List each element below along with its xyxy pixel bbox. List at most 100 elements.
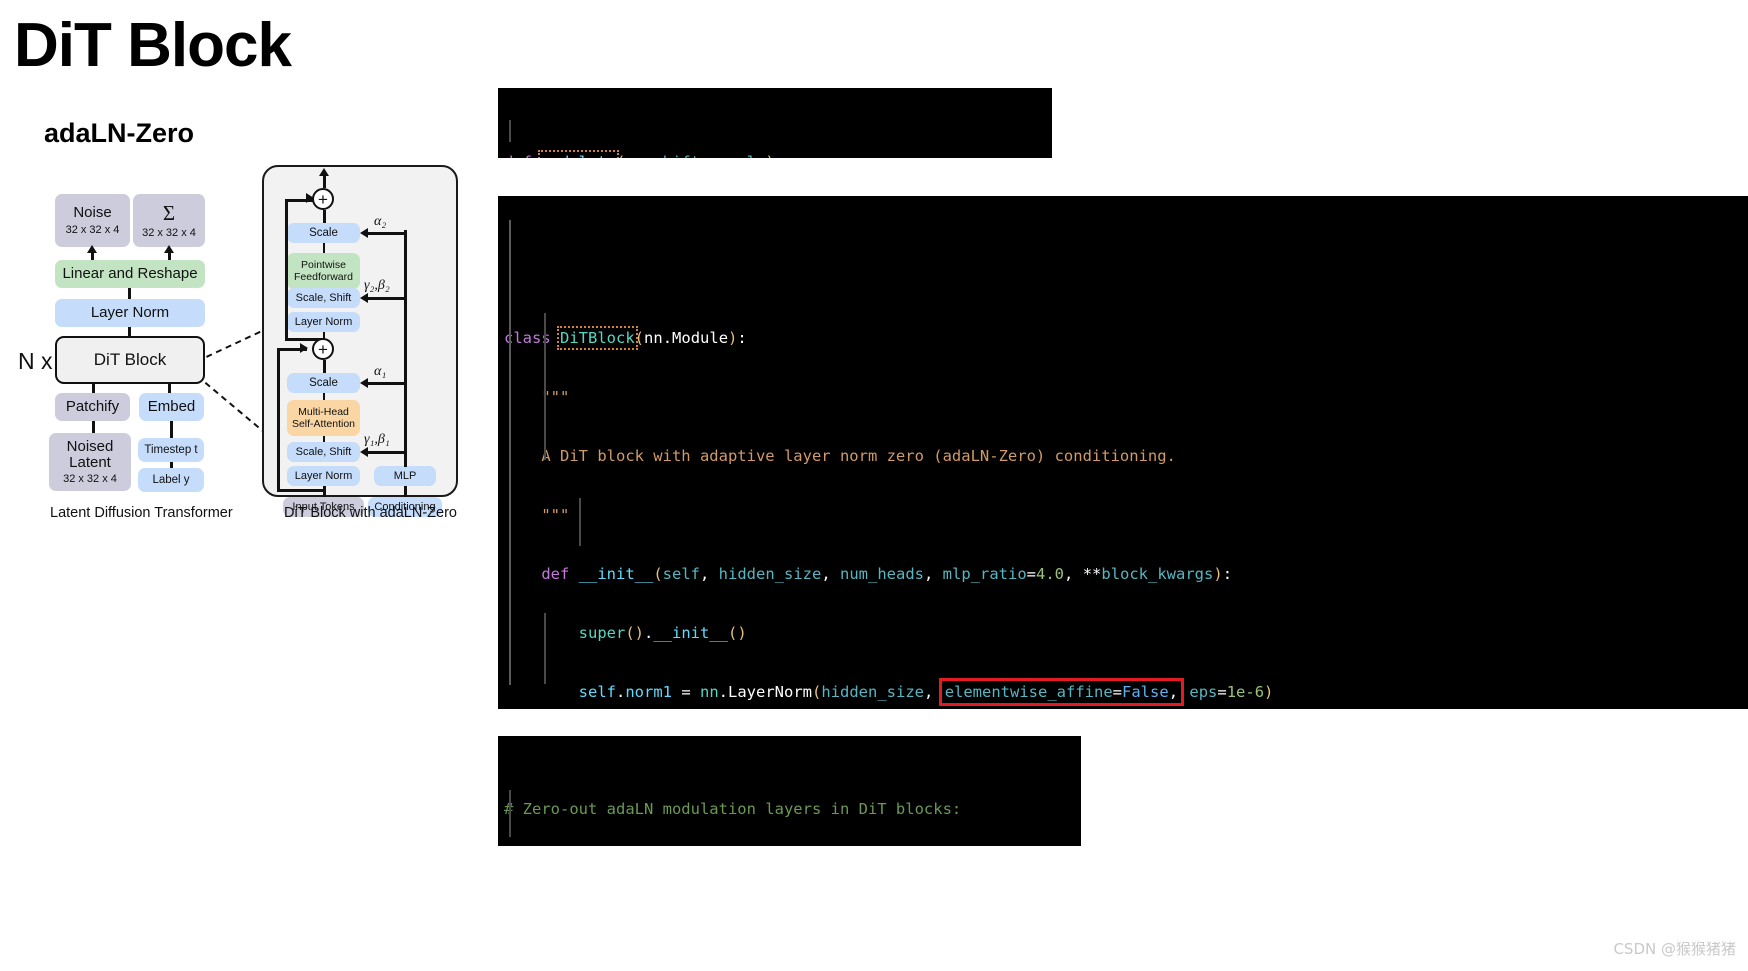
- node-label: MLP: [393, 469, 417, 482]
- highlight-modulate-name: modulate: [538, 150, 619, 158]
- block-node-scale-shift-bottom: Scale, Shift: [287, 442, 360, 462]
- connector: [323, 174, 326, 188]
- label-alpha1: α₁: [374, 364, 387, 379]
- watermark: CSDN @猴猴猪猪: [1613, 940, 1736, 958]
- diagram-node-timestep: Timestep t: [138, 438, 204, 462]
- block-node-scale-top: Scale: [287, 223, 360, 243]
- block-node-pointwise-feedforward: Pointwise Feedforward: [287, 253, 360, 289]
- block-node-mlp: MLP: [374, 466, 436, 486]
- node-label: Timestep t: [144, 443, 198, 456]
- node-label: Scale, Shift: [295, 445, 352, 458]
- residual-add-top: +: [312, 188, 334, 210]
- cond-arrow-line-a1: [368, 382, 404, 385]
- connector: [404, 486, 407, 497]
- code-block-ditblock[interactable]: class DiTBlock(nn.Module): """ A DiT blo…: [498, 196, 1748, 709]
- node-label: Label y: [152, 473, 190, 486]
- caption-right: DiT Block with adaLN-Zero: [284, 505, 457, 521]
- block-node-layer-norm-top: Layer Norm: [287, 312, 360, 332]
- plus-glyph: +: [318, 189, 328, 209]
- residual-connector-bottom-v: [277, 348, 280, 491]
- node-label: Noised Latent: [66, 438, 114, 471]
- code-line: self.norm1 = nn.LayerNorm(hidden_size, e…: [578, 678, 1274, 706]
- arrow-icon: [87, 245, 97, 253]
- diagram-node-embed: Embed: [139, 393, 204, 421]
- node-shape: 32 x 32 x 4: [65, 223, 120, 236]
- code-line: A DiT block with adaptive layer norm zer…: [541, 447, 1176, 465]
- label-alpha2: α₂: [374, 214, 387, 229]
- node-label: Scale: [309, 376, 338, 389]
- residual-connector-top-v: [285, 199, 288, 340]
- node-label: Scale: [309, 226, 338, 239]
- indent-guide: [544, 313, 546, 460]
- zoom-connector-top: [206, 326, 271, 358]
- arrow-icon: [164, 245, 174, 253]
- cond-arrow-line-gb1: [368, 451, 404, 454]
- node-label: Multi-Head Self-Attention: [291, 405, 356, 430]
- section-subtitle: adaLN-Zero: [44, 118, 195, 148]
- residual-connector-bottom-b: [277, 489, 324, 492]
- caption-left: Latent Diffusion Transformer: [50, 505, 233, 521]
- code-line: super().__init__(): [578, 624, 747, 642]
- cond-arrow-line-gb2: [368, 297, 404, 300]
- indent-guide: [509, 120, 511, 142]
- conditioning-bus: [404, 230, 407, 467]
- code-line: def __init__(self, hidden_size, num_head…: [541, 565, 1233, 583]
- residual-add-bottom: +: [312, 338, 334, 360]
- code-line: class DiTBlock(nn.Module):: [504, 326, 747, 350]
- diagram-node-linear-reshape: Linear and Reshape: [55, 260, 205, 288]
- code-line: # Zero-out adaLN modulation layers in Di…: [504, 800, 962, 818]
- node-label: DiT Block: [93, 349, 167, 369]
- arrow-icon: [360, 293, 368, 303]
- arrow-icon: [360, 228, 368, 238]
- arrow-icon: [319, 168, 329, 176]
- node-label: Scale, Shift: [295, 291, 352, 304]
- diagram-node-noise: Noise 32 x 32 x 4: [55, 194, 130, 247]
- arrow-icon: [360, 447, 368, 457]
- node-label: Σ: [162, 200, 176, 225]
- arrow-icon: [306, 193, 314, 203]
- node-label: Layer Norm: [294, 315, 353, 328]
- code-line: """: [541, 388, 570, 406]
- arrow-icon: [300, 343, 308, 353]
- indent-guide: [544, 613, 546, 684]
- slide-canvas: DiT Block adaLN-Zero Noise 32 x 32 x 4 Σ…: [0, 0, 1748, 971]
- node-label: Linear and Reshape: [62, 264, 198, 282]
- zoom-connector-bottom: [204, 382, 268, 435]
- block-node-scale-shift-top: Scale, Shift: [287, 288, 360, 308]
- connector: [323, 486, 326, 497]
- diagram-node-sigma: Σ 32 x 32 x 4: [133, 194, 205, 247]
- indent-guide: [579, 498, 581, 546]
- node-label: Patchify: [65, 397, 120, 415]
- indent-guide: [509, 220, 511, 685]
- node-label: Noise: [73, 204, 112, 222]
- repeat-count-label: N x: [18, 348, 53, 374]
- node-shape: 32 x 32 x 4: [63, 472, 117, 485]
- architecture-diagram: Noise 32 x 32 x 4 Σ 32 x 32 x 4 Linear a…: [0, 160, 500, 580]
- arrow-icon: [360, 378, 368, 388]
- block-node-layer-norm-bottom: Layer Norm: [287, 466, 360, 486]
- block-node-multi-head-self-attention: Multi-Head Self-Attention: [287, 400, 360, 436]
- diagram-node-label-y: Label y: [138, 468, 204, 492]
- node-label: Embed: [147, 397, 196, 415]
- label-gamma2-beta2: γ₂,β₂: [364, 278, 390, 293]
- plus-glyph: +: [318, 339, 328, 359]
- block-node-scale-bottom: Scale: [287, 373, 360, 393]
- page-title: DiT Block: [14, 11, 292, 80]
- cond-arrow-line-a2: [368, 232, 404, 235]
- connector: [323, 360, 326, 374]
- diagram-node-dit-block: DiT Block: [55, 336, 205, 384]
- diagram-node-patchify: Patchify: [55, 393, 130, 421]
- diagram-node-noised-latent: Noised Latent 32 x 32 x 4: [49, 433, 131, 491]
- highlight-elementwise-affine: elementwise_affine=False,: [938, 678, 1185, 706]
- highlight-ditblock-name: DiTBlock: [557, 326, 638, 350]
- node-label: Layer Norm: [90, 303, 170, 321]
- code-block-zeroout[interactable]: # Zero-out adaLN modulation layers in Di…: [498, 736, 1081, 846]
- node-shape: 32 x 32 x 4: [142, 227, 196, 239]
- indent-guide: [509, 790, 511, 837]
- node-label: Layer Norm: [294, 469, 353, 482]
- code-block-modulate[interactable]: def modulate(x, shift, scale): return x …: [498, 88, 1052, 158]
- diagram-node-layer-norm-out: Layer Norm: [55, 299, 205, 327]
- code-line: def modulate(x, shift, scale):: [498, 150, 1052, 158]
- label-gamma1-beta1: γ₁,β₁: [364, 432, 390, 447]
- code-line: """: [541, 506, 570, 524]
